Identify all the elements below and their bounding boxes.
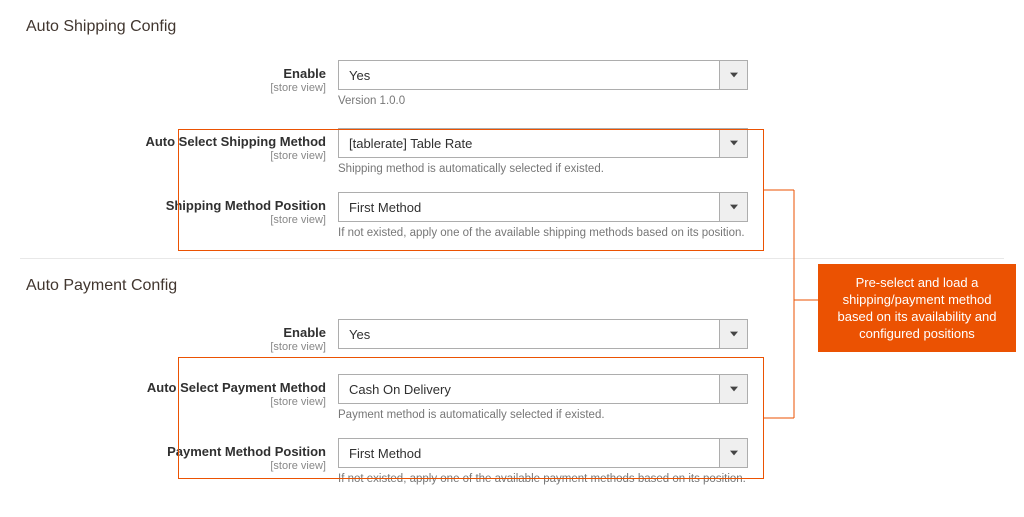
label-shipping-position: Shipping Method Position [store view] [0, 192, 338, 227]
label-shipping-method: Auto Select Shipping Method [store view] [0, 128, 338, 163]
select-payment-method[interactable]: Cash On Delivery [338, 374, 748, 404]
helper-shipping-position: If not existed, apply one of the availab… [338, 226, 748, 240]
row-payment-method: Auto Select Payment Method [store view] … [0, 374, 760, 422]
select-value: First Method [349, 200, 421, 215]
select-shipping-position[interactable]: First Method [338, 192, 748, 222]
row-shipping-position: Shipping Method Position [store view] Fi… [0, 192, 760, 240]
label-text: Payment Method Position [0, 444, 326, 459]
select-value: Cash On Delivery [349, 382, 451, 397]
select-shipping-method[interactable]: [tablerate] Table Rate [338, 128, 748, 158]
label-shipping-enable: Enable [store view] [0, 60, 338, 95]
payment-form: Enable [store view] Yes Auto Select Paym… [0, 301, 760, 486]
row-shipping-enable: Enable [store view] Yes Version 1.0.0 [0, 60, 760, 108]
select-value: Yes [349, 327, 370, 342]
scope-text: [store view] [0, 214, 326, 227]
select-payment-enable[interactable]: Yes [338, 319, 748, 349]
label-text: Auto Select Shipping Method [0, 134, 326, 149]
select-value: First Method [349, 446, 421, 461]
chevron-down-icon [719, 439, 747, 467]
scope-text: [store view] [0, 460, 326, 473]
label-text: Enable [0, 325, 326, 340]
label-payment-method: Auto Select Payment Method [store view] [0, 374, 338, 409]
row-payment-position: Payment Method Position [store view] Fir… [0, 438, 760, 486]
select-value: [tablerate] Table Rate [349, 136, 472, 151]
chevron-down-icon [719, 320, 747, 348]
section-title-shipping: Auto Shipping Config [0, 0, 1024, 42]
chevron-down-icon [719, 375, 747, 403]
helper-payment-method: Payment method is automatically selected… [338, 408, 748, 422]
label-text: Enable [0, 66, 326, 81]
scope-text: [store view] [0, 341, 326, 354]
callout-annotation: Pre-select and load a shipping/payment m… [818, 264, 1016, 352]
scope-text: [store view] [0, 82, 326, 95]
label-payment-enable: Enable [store view] [0, 319, 338, 354]
row-payment-enable: Enable [store view] Yes [0, 319, 760, 354]
label-payment-position: Payment Method Position [store view] [0, 438, 338, 473]
scope-text: [store view] [0, 150, 326, 163]
version-text: Version 1.0.0 [338, 94, 748, 108]
chevron-down-icon [719, 129, 747, 157]
label-text: Auto Select Payment Method [0, 380, 326, 395]
helper-payment-position: If not existed, apply one of the availab… [338, 472, 748, 486]
select-payment-position[interactable]: First Method [338, 438, 748, 468]
scope-text: [store view] [0, 396, 326, 409]
select-value: Yes [349, 68, 370, 83]
chevron-down-icon [719, 61, 747, 89]
shipping-form: Enable [store view] Yes Version 1.0.0 Au… [0, 42, 760, 240]
label-text: Shipping Method Position [0, 198, 326, 213]
row-shipping-method: Auto Select Shipping Method [store view]… [0, 128, 760, 176]
helper-shipping-method: Shipping method is automatically selecte… [338, 162, 748, 176]
select-shipping-enable[interactable]: Yes [338, 60, 748, 90]
chevron-down-icon [719, 193, 747, 221]
